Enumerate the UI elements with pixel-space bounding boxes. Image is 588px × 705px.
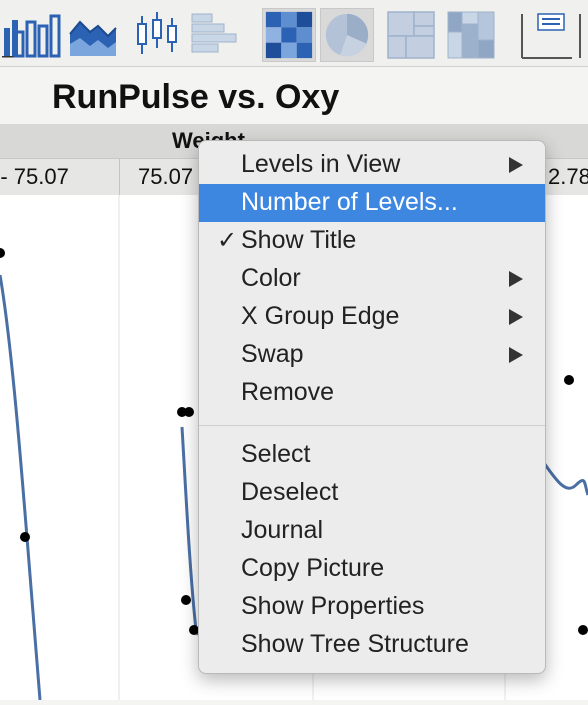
menu-item-deselect[interactable]: Deselect	[199, 474, 545, 512]
context-menu: Levels in View Number of Levels... ✓ Sho…	[198, 140, 546, 674]
submenu-arrow-icon	[509, 157, 523, 173]
toolbar-divider	[0, 66, 588, 67]
menu-item-remove[interactable]: Remove	[199, 374, 545, 412]
level-label: 75.07	[138, 164, 194, 189]
menu-item-select[interactable]: Select	[199, 436, 545, 474]
pie-chart-icon[interactable]	[320, 8, 374, 62]
smoother-line	[542, 462, 588, 496]
level-label: 3 - 75.07	[0, 164, 69, 189]
menu-item-journal[interactable]: Journal	[199, 512, 545, 550]
line-chart-icon[interactable]	[576, 8, 588, 62]
menu-item-number-of-levels[interactable]: Number of Levels...	[199, 184, 545, 222]
smoother-line	[0, 274, 42, 701]
submenu-arrow-icon	[509, 309, 523, 325]
chart-title[interactable]: RunPulse vs. Oxy	[0, 72, 400, 122]
data-point	[564, 375, 574, 385]
data-point	[0, 248, 5, 258]
data-point	[181, 595, 191, 605]
menu-item-show-tree-structure[interactable]: Show Tree Structure	[199, 626, 545, 664]
bar-chart-icon[interactable]	[9, 8, 63, 62]
heatmap-icon[interactable]	[262, 8, 316, 62]
mosaic-icon[interactable]	[444, 8, 498, 62]
menu-item-swap[interactable]: Swap	[199, 336, 545, 374]
caption-box-icon[interactable]	[518, 8, 572, 62]
menu-item-show-title[interactable]: ✓ Show Title	[199, 222, 545, 260]
box-plot-icon[interactable]	[130, 8, 184, 62]
histogram-icon[interactable]	[188, 8, 242, 62]
data-point	[20, 532, 30, 542]
menu-item-levels-in-view[interactable]: Levels in View	[199, 146, 545, 184]
level-divider	[119, 159, 120, 195]
area-chart-icon[interactable]	[66, 8, 120, 62]
menu-item-copy-picture[interactable]: Copy Picture	[199, 550, 545, 588]
submenu-arrow-icon	[509, 347, 523, 363]
level-label: 2.78	[548, 164, 588, 189]
treemap-icon[interactable]	[384, 8, 438, 62]
menu-item-color[interactable]: Color	[199, 260, 545, 298]
submenu-arrow-icon	[509, 271, 523, 287]
graph-builder-toolbar	[0, 0, 588, 66]
menu-item-show-properties[interactable]: Show Properties	[199, 588, 545, 626]
menu-separator	[199, 425, 545, 426]
menu-item-x-group-edge[interactable]: X Group Edge	[199, 298, 545, 336]
checkmark-icon: ✓	[217, 227, 238, 254]
data-point	[578, 625, 588, 635]
data-point	[184, 407, 194, 417]
